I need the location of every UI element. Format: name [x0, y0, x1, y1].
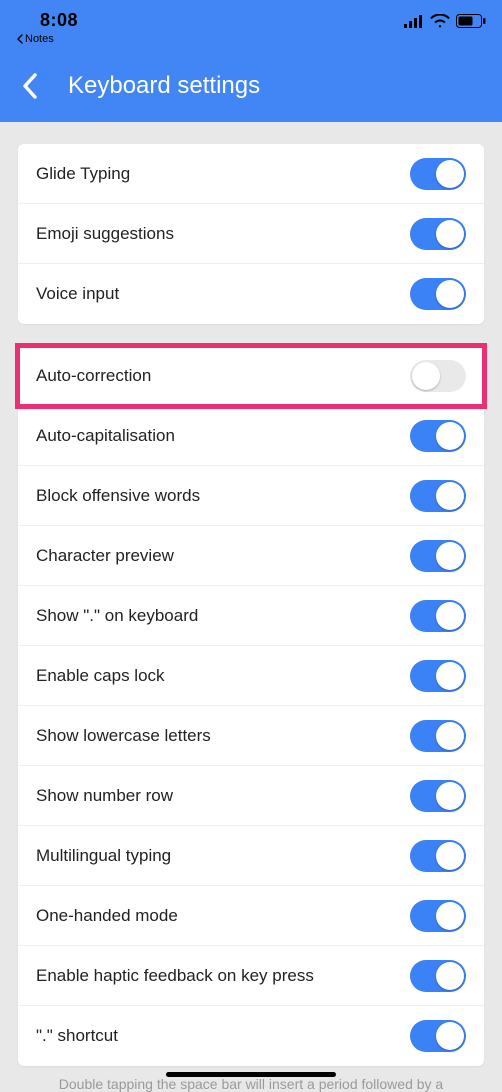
toggle-knob: [436, 542, 464, 570]
setting-row-auto-capitalisation[interactable]: Auto-capitalisation: [18, 406, 484, 466]
toggle-emoji-suggestions[interactable]: [410, 218, 466, 250]
toggle-knob: [436, 280, 464, 308]
toggle-block-offensive-words[interactable]: [410, 480, 466, 512]
toggle-knob: [412, 362, 440, 390]
toggle-show-period-on-keyboard[interactable]: [410, 600, 466, 632]
setting-label: One-handed mode: [36, 906, 178, 926]
toggle-knob: [436, 1022, 464, 1050]
setting-row-show-period-on-keyboard[interactable]: Show "." on keyboard: [18, 586, 484, 646]
toggle-period-shortcut[interactable]: [410, 1020, 466, 1052]
status-icons: [404, 14, 486, 28]
setting-label: Character preview: [36, 546, 174, 566]
setting-row-emoji-suggestions[interactable]: Emoji suggestions: [18, 204, 484, 264]
setting-label: Block offensive words: [36, 486, 200, 506]
setting-row-enable-caps-lock[interactable]: Enable caps lock: [18, 646, 484, 706]
setting-row-show-lowercase-letters[interactable]: Show lowercase letters: [18, 706, 484, 766]
setting-label: Voice input: [36, 284, 119, 304]
home-indicator[interactable]: [166, 1072, 336, 1077]
setting-label: Auto-capitalisation: [36, 426, 175, 446]
setting-label: Auto-correction: [36, 366, 151, 386]
toggle-knob: [436, 220, 464, 248]
setting-row-character-preview[interactable]: Character preview: [18, 526, 484, 586]
toggle-knob: [436, 782, 464, 810]
wifi-icon: [430, 14, 450, 28]
toggle-knob: [436, 482, 464, 510]
battery-icon: [456, 14, 486, 28]
toggle-character-preview[interactable]: [410, 540, 466, 572]
toggle-knob: [436, 902, 464, 930]
toggle-glide-typing[interactable]: [410, 158, 466, 190]
setting-label: Show "." on keyboard: [36, 606, 198, 626]
back-to-app-label: Notes: [25, 33, 54, 45]
setting-row-glide-typing[interactable]: Glide Typing: [18, 144, 484, 204]
back-button[interactable]: [10, 66, 50, 106]
toggle-multilingual-typing[interactable]: [410, 840, 466, 872]
setting-row-period-shortcut[interactable]: "." shortcut: [18, 1006, 484, 1066]
chevron-left-icon: [22, 73, 38, 99]
status-time: 8:08: [40, 10, 78, 31]
setting-label: Show number row: [36, 786, 173, 806]
setting-label: Glide Typing: [36, 164, 130, 184]
page-title: Keyboard settings: [68, 72, 260, 100]
settings-list[interactable]: Glide Typing Emoji suggestions Voice input…: [0, 144, 502, 1066]
setting-label: Emoji suggestions: [36, 224, 174, 244]
setting-row-block-offensive-words[interactable]: Block offensive words: [18, 466, 484, 526]
settings-group: Auto-correction Auto-capitalisation Block …: [18, 346, 484, 1066]
setting-row-show-number-row[interactable]: Show number row: [18, 766, 484, 826]
status-bar: 8:08 Notes: [0, 0, 502, 56]
toggle-knob: [436, 962, 464, 990]
footer-hint: Double tapping the space bar will insert…: [28, 1076, 474, 1092]
toggle-one-handed-mode[interactable]: [410, 900, 466, 932]
toggle-voice-input[interactable]: [410, 278, 466, 310]
setting-row-enable-haptic-feedback[interactable]: Enable haptic feedback on key press: [18, 946, 484, 1006]
app-bar: Keyboard settings: [0, 56, 502, 122]
toggle-show-lowercase-letters[interactable]: [410, 720, 466, 752]
settings-group: Glide Typing Emoji suggestions Voice input: [18, 144, 484, 324]
toggle-knob: [436, 602, 464, 630]
toggle-knob: [436, 662, 464, 690]
toggle-auto-capitalisation[interactable]: [410, 420, 466, 452]
cellular-icon: [404, 15, 424, 28]
setting-row-voice-input[interactable]: Voice input: [18, 264, 484, 324]
back-to-app[interactable]: Notes: [16, 33, 54, 45]
toggle-show-number-row[interactable]: [410, 780, 466, 812]
toggle-knob: [436, 422, 464, 450]
setting-row-multilingual-typing[interactable]: Multilingual typing: [18, 826, 484, 886]
setting-label: "." shortcut: [36, 1026, 118, 1046]
toggle-knob: [436, 722, 464, 750]
toggle-knob: [436, 160, 464, 188]
toggle-enable-caps-lock[interactable]: [410, 660, 466, 692]
toggle-enable-haptic-feedback[interactable]: [410, 960, 466, 992]
setting-row-one-handed-mode[interactable]: One-handed mode: [18, 886, 484, 946]
toggle-auto-correction[interactable]: [410, 360, 466, 392]
setting-label: Multilingual typing: [36, 846, 171, 866]
setting-label: Enable caps lock: [36, 666, 165, 686]
toggle-knob: [436, 842, 464, 870]
setting-row-auto-correction[interactable]: Auto-correction: [18, 346, 484, 406]
setting-label: Enable haptic feedback on key press: [36, 966, 314, 986]
setting-label: Show lowercase letters: [36, 726, 211, 746]
